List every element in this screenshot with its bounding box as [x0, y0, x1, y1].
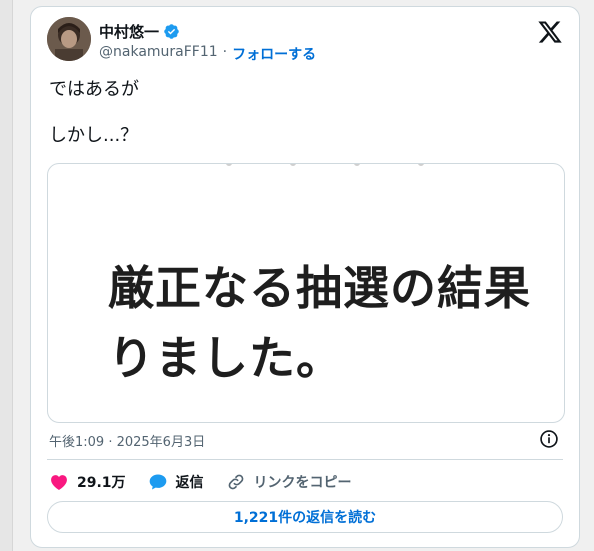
author-handle[interactable]: @nakamuraFF11 — [99, 44, 218, 64]
read-replies-button[interactable]: 1,221件の返信を読む — [47, 501, 563, 533]
tweet-line: しかし...？ — [49, 125, 139, 146]
tweet-header: 中村悠一 @nakamuraFF11 · フォローする — [47, 17, 563, 65]
image-text-line: 厳正なる抽選の結果 — [108, 261, 531, 315]
reply-label: 返信 — [175, 475, 204, 491]
author-display-name[interactable]: 中村悠一 — [99, 21, 159, 42]
copy-link-button[interactable]: リンクをコピー — [226, 472, 352, 492]
speech-bubble-icon — [148, 472, 168, 492]
avatar[interactable] — [47, 17, 91, 61]
info-icon[interactable] — [539, 429, 559, 449]
divider — [47, 459, 563, 460]
copy-link-label: リンクをコピー — [253, 475, 352, 491]
tweet-media-image[interactable]: 厳正なる抽選の結果 りました。 — [47, 163, 565, 423]
name-row: 中村悠一 — [99, 21, 180, 42]
image-artifact — [418, 164, 424, 166]
follow-button[interactable]: フォローする — [232, 44, 316, 64]
heart-icon — [49, 472, 69, 492]
tweet-line: ではあるが — [49, 79, 139, 100]
image-artifact — [354, 164, 360, 166]
like-button[interactable]: 29.1万 — [49, 472, 126, 492]
handle-row: @nakamuraFF11 · フォローする — [99, 44, 316, 64]
verified-badge-icon — [163, 23, 180, 40]
reply-button[interactable]: 返信 — [148, 472, 204, 492]
x-logo-icon[interactable] — [537, 19, 563, 45]
image-artifact — [226, 164, 232, 166]
tweet-timestamp[interactable]: 午後1:09 · 2025年6月3日 — [49, 431, 205, 450]
image-text-line: りました。 — [108, 331, 343, 385]
separator: · — [222, 44, 228, 60]
page-edge — [0, 0, 13, 551]
image-artifact — [290, 164, 296, 166]
tweet-body: ではあるが しかし...？ — [49, 77, 139, 149]
action-bar: 29.1万 返信 リンクをコピー — [49, 469, 374, 495]
like-count: 29.1万 — [77, 475, 126, 491]
link-icon — [226, 472, 246, 492]
tweet-embed-card: 中村悠一 @nakamuraFF11 · フォローする ではあるが しかし...… — [30, 6, 580, 548]
